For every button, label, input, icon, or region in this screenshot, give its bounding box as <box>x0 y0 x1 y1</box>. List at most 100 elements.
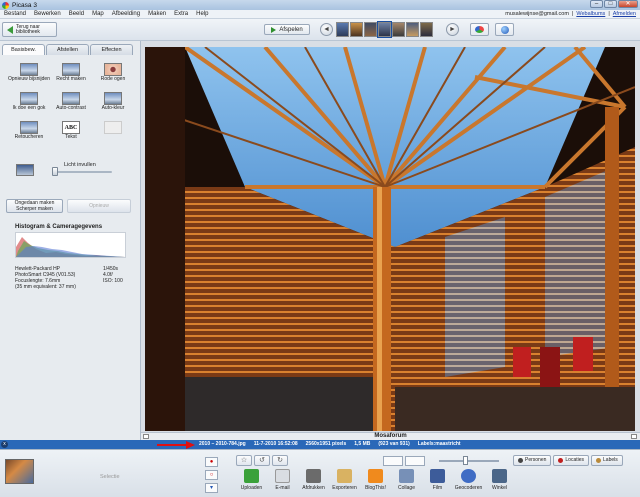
menu-folder[interactable]: Map <box>88 11 108 17</box>
disabled-tool-button <box>92 121 134 148</box>
web-albums-link[interactable]: Webalbums <box>576 11 605 17</box>
retouch-button[interactable]: Retoucheren <box>8 121 50 148</box>
red-eye-icon <box>104 63 122 76</box>
menu-bar: Bestand Bewerken Beeld Map Afbeelding Ma… <box>0 10 640 19</box>
title-bar: Picasa 3 – □ ✕ <box>0 0 640 10</box>
info-buttons: Personen Locaties Labels <box>513 455 623 466</box>
email-button[interactable]: E-mail <box>269 469 296 491</box>
film-icon <box>430 469 445 483</box>
status-size: 1,5 MB <box>354 441 371 447</box>
straighten-button[interactable]: Recht maken <box>50 63 92 90</box>
menu-edit[interactable]: Bewerken <box>30 11 65 17</box>
slideshow-play-button[interactable]: Afspelen <box>264 24 310 35</box>
filmstrip-thumb[interactable] <box>392 22 405 37</box>
menu-create[interactable]: Maken <box>144 11 170 17</box>
tab-basic-fixes[interactable]: Basisbew. <box>2 44 45 55</box>
filmstrip-thumb[interactable] <box>350 22 363 37</box>
tray-side-buttons: ● ○ ▾ <box>205 457 218 493</box>
crop-button[interactable]: Opnieuw bijsnijden <box>8 63 50 90</box>
print-button[interactable]: Afdrukken <box>300 469 327 491</box>
back-to-library-button[interactable]: Terug naar bibliotheek <box>2 22 57 37</box>
filmstrip-thumb[interactable] <box>336 22 349 37</box>
star-button[interactable]: ☆ <box>236 455 252 466</box>
upload-button[interactable]: Uploaden <box>238 469 265 491</box>
zoom-slider-handle[interactable] <box>463 456 468 465</box>
feeling-lucky-button[interactable]: Ik doe een gok <box>8 92 50 119</box>
locations-button[interactable]: Locaties <box>553 455 590 466</box>
caption-bar: Mosaforum <box>141 432 640 440</box>
filmstrip-thumb[interactable] <box>406 22 419 37</box>
play-icon <box>271 26 277 33</box>
crop-icon <box>20 63 38 76</box>
labels-button[interactable]: Labels <box>591 455 623 466</box>
menu-picture[interactable]: Afbeelding <box>108 11 144 17</box>
fill-light-slider-handle[interactable] <box>52 167 58 176</box>
window-controls: – □ ✕ <box>590 0 638 8</box>
rotate-left-button[interactable]: ↺ <box>254 455 270 466</box>
basic-fix-tools: Opnieuw bijsnijden Recht maken Rode ogen… <box>8 63 136 148</box>
menu-file[interactable]: Bestand <box>0 11 30 17</box>
photo[interactable] <box>145 47 635 431</box>
filmstrip-thumb[interactable] <box>420 22 433 37</box>
sign-out-link[interactable]: Afmelden <box>613 11 636 17</box>
histogram-title: Histogram & Cameragegevens <box>15 224 103 230</box>
zoom-fit-button[interactable] <box>383 456 403 466</box>
tab-effects[interactable]: Effecten <box>90 44 133 55</box>
photo-caption[interactable]: Mosaforum <box>141 433 640 439</box>
geotag-button[interactable]: Geocoderen <box>455 469 482 491</box>
filmstrip-thumb-current[interactable] <box>377 21 392 38</box>
person-icon <box>518 458 523 463</box>
movie-button[interactable]: Film <box>424 469 451 491</box>
red-eye-button[interactable]: Rode ogen <box>92 63 134 90</box>
next-photo-button[interactable]: ► <box>446 23 459 36</box>
text-button[interactable]: ABC Tekst <box>50 121 92 148</box>
fill-light-control: Licht invullen <box>16 162 136 178</box>
feeling-lucky-icon <box>20 92 38 105</box>
hold-icon[interactable]: ● <box>205 457 218 467</box>
maximize-button[interactable]: □ <box>604 0 617 8</box>
shop-button[interactable]: Winkel <box>486 469 513 491</box>
account-email: musalewijnse@gmail.com <box>505 11 569 17</box>
export-button[interactable]: Exporteren <box>331 469 358 491</box>
bottom-panel: Selectie ● ○ ▾ ☆ ↺ ↻ Personen Locaties L… <box>0 449 640 497</box>
undo-button[interactable]: Ongedaan maken Scherper maken <box>6 199 63 213</box>
histogram <box>15 232 126 258</box>
share-icon <box>475 26 484 33</box>
menu-view[interactable]: Beeld <box>65 11 88 17</box>
rotate-right-button[interactable]: ↻ <box>272 455 288 466</box>
retouch-icon <box>20 121 38 134</box>
previous-photo-button[interactable]: ◄ <box>320 23 333 36</box>
menu-tools[interactable]: Extra <box>170 11 192 17</box>
print-icon <box>306 469 321 483</box>
status-date: 11-7-2010 16:52:08 <box>253 441 298 447</box>
close-status-icon[interactable]: x <box>1 441 8 448</box>
people-button[interactable]: Personen <box>513 455 552 466</box>
photo-viewer <box>141 41 640 432</box>
menu-help[interactable]: Help <box>192 11 212 17</box>
status-items: 2010 – 2010-784.jpg 11-7-2010 16:52:08 2… <box>199 441 461 447</box>
filmstrip-thumb[interactable] <box>364 22 377 37</box>
fill-light-slider-track[interactable] <box>52 171 112 173</box>
auto-contrast-button[interactable]: Auto-contrast <box>50 92 92 119</box>
minimize-button[interactable]: – <box>590 0 603 8</box>
status-dimensions: 2560x1951 pixels <box>305 441 347 447</box>
undo-redo-row: Ongedaan maken Scherper maken Opnieuw <box>6 199 136 213</box>
places-button[interactable] <box>495 23 514 36</box>
blogthis-button[interactable]: BlogThis! <box>362 469 389 491</box>
auto-contrast-icon <box>62 92 80 105</box>
selected-photo-thumb[interactable] <box>5 459 34 484</box>
geotag-icon <box>461 469 476 483</box>
zoom-slider-track[interactable] <box>439 460 499 462</box>
histogram-blue-channel <box>16 246 125 257</box>
add-to-icon[interactable]: ▾ <box>205 483 218 493</box>
auto-color-button[interactable]: Auto-kleur <box>92 92 134 119</box>
fullscreen-icon[interactable] <box>631 434 637 439</box>
collage-button[interactable]: Collage <box>393 469 420 491</box>
tab-tuning[interactable]: Afstellen <box>46 44 89 55</box>
email-icon <box>275 469 290 483</box>
clear-icon[interactable]: ○ <box>205 470 218 480</box>
close-button[interactable]: ✕ <box>618 0 638 8</box>
zoom-actual-button[interactable] <box>405 456 425 466</box>
redo-button[interactable]: Opnieuw <box>67 199 131 213</box>
share-button[interactable] <box>470 23 489 36</box>
